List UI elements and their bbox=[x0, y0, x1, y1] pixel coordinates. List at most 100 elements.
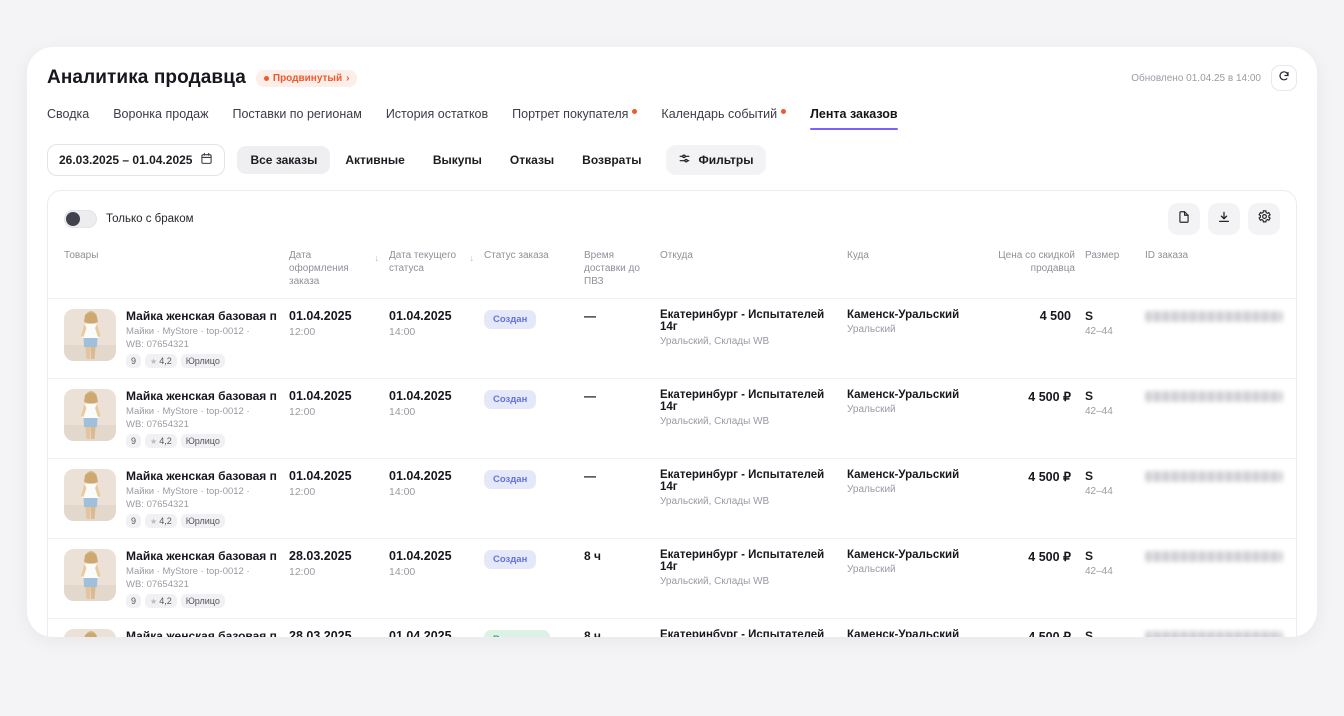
order-date-cell: 28.03.202512:00 bbox=[289, 629, 389, 637]
calendar-icon bbox=[200, 152, 213, 168]
col-order-id: ID заказа bbox=[1145, 249, 1280, 288]
delivery-time-cell: — bbox=[584, 309, 660, 323]
col-delivery: Время доставки до ПВЗ bbox=[584, 249, 660, 288]
product-wb-article: WB: 07654321 bbox=[126, 579, 277, 590]
table-row[interactable]: Майка женская базовая под пи... Майки · … bbox=[48, 618, 1296, 637]
to-cell: Каменск-УральскийУральский bbox=[847, 469, 997, 495]
product-rating-badge: ★4,2 bbox=[145, 434, 177, 448]
analytics-panel: Аналитика продавца Продвинутый › Обновле… bbox=[27, 47, 1317, 637]
tab-lenta-zakazov[interactable]: Лента заказов bbox=[810, 107, 897, 130]
order-id-cell bbox=[1145, 309, 1283, 322]
filters-button[interactable]: Фильтры bbox=[666, 145, 765, 175]
product-subtitle: Майки · MyStore · top-0012 · bbox=[126, 326, 277, 337]
from-cell: Екатеринбург - Испытателей 14гУральский,… bbox=[660, 629, 847, 637]
order-id-cell bbox=[1145, 389, 1283, 402]
price-cell: 4 500 ₽ bbox=[997, 549, 1085, 564]
status-cell: Создан bbox=[484, 389, 584, 409]
col-from: Откуда bbox=[660, 249, 847, 288]
tab-istoriya-ostatkov[interactable]: История остатков bbox=[386, 107, 488, 130]
size-cell: S42–44 bbox=[1085, 389, 1145, 417]
tab-kalendar-sobytiy[interactable]: Календарь событий bbox=[661, 107, 786, 130]
segment-all-orders[interactable]: Все заказы bbox=[237, 146, 330, 174]
page-title: Аналитика продавца bbox=[47, 67, 246, 89]
status-date-cell: 01.04.202514:00 bbox=[389, 469, 484, 498]
col-order-date[interactable]: Дата оформления заказа↓ bbox=[289, 249, 389, 288]
product-seller-badge: Юрлицо bbox=[181, 354, 225, 368]
status-badge: Создан bbox=[484, 310, 536, 329]
defect-only-toggle[interactable]: Только с браком bbox=[64, 210, 194, 228]
delivery-time-cell: 8 ч bbox=[584, 549, 660, 563]
product-cell[interactable]: Майка женская базовая под пи... Майки · … bbox=[64, 469, 289, 528]
product-title: Майка женская базовая под пи... bbox=[126, 629, 277, 637]
size-cell: S42–44 bbox=[1085, 309, 1145, 337]
product-title: Майка женская базовая под пи... bbox=[126, 389, 277, 403]
product-rating-badge: ★4,2 bbox=[145, 514, 177, 528]
table-row[interactable]: Майка женская базовая под пи... Майки · … bbox=[48, 538, 1296, 618]
order-id-cell bbox=[1145, 469, 1283, 482]
refresh-button[interactable] bbox=[1271, 65, 1297, 91]
download-icon bbox=[1217, 210, 1231, 229]
date-range-value: 26.03.2025 – 01.04.2025 bbox=[59, 153, 192, 167]
status-badge: Создан bbox=[484, 390, 536, 409]
product-cell[interactable]: Майка женская базовая под пи... Майки · … bbox=[64, 629, 289, 637]
product-rating-badge: ★4,2 bbox=[145, 594, 177, 608]
product-seller-badge: Юрлицо bbox=[181, 594, 225, 608]
product-cell[interactable]: Майка женская базовая под пи... Майки · … bbox=[64, 309, 289, 368]
tab-portret-pokupatelya[interactable]: Портрет покупателя bbox=[512, 107, 637, 130]
product-image bbox=[64, 549, 116, 601]
price-cell: 4 500 bbox=[997, 309, 1085, 323]
product-title: Майка женская базовая под пи... bbox=[126, 549, 277, 563]
price-cell: 4 500 ₽ bbox=[997, 389, 1085, 404]
plan-badge[interactable]: Продвинутый › bbox=[256, 70, 358, 87]
product-cell[interactable]: Майка женская базовая под пи... Майки · … bbox=[64, 389, 289, 448]
table-row[interactable]: Майка женская базовая под пи... Майки · … bbox=[48, 458, 1296, 538]
tab-postavki-po-regionam[interactable]: Поставки по регионам bbox=[232, 107, 361, 130]
status-date-cell: 01.04.202514:00 bbox=[389, 629, 484, 637]
status-badge: Создан bbox=[484, 550, 536, 569]
table-row[interactable]: Майка женская базовая под пи... Майки · … bbox=[48, 298, 1296, 378]
product-count-badge: 9 bbox=[126, 594, 141, 608]
download-button[interactable] bbox=[1208, 203, 1240, 235]
product-count-badge: 9 bbox=[126, 434, 141, 448]
size-cell: S42–44 bbox=[1085, 629, 1145, 637]
col-to: Куда bbox=[847, 249, 997, 288]
notification-dot-icon bbox=[781, 109, 786, 114]
settings-button[interactable] bbox=[1248, 203, 1280, 235]
product-seller-badge: Юрлицо bbox=[181, 514, 225, 528]
product-wb-article: WB: 07654321 bbox=[126, 419, 277, 430]
product-subtitle: Майки · MyStore · top-0012 · bbox=[126, 486, 277, 497]
segment-returns[interactable]: Возвраты bbox=[569, 146, 654, 174]
to-cell: Каменск-УральскийУральский bbox=[847, 389, 997, 415]
order-id-redacted bbox=[1145, 311, 1283, 322]
order-date-cell: 28.03.202512:00 bbox=[289, 549, 389, 578]
delivery-time-cell: 8 ч bbox=[584, 629, 660, 637]
order-id-cell bbox=[1145, 629, 1283, 637]
segment-active[interactable]: Активные bbox=[332, 146, 417, 174]
tab-svodka[interactable]: Сводка bbox=[47, 107, 89, 130]
report-file-button[interactable] bbox=[1168, 203, 1200, 235]
from-cell: Екатеринбург - Испытателей 14гУральский,… bbox=[660, 469, 847, 507]
tab-voronka-prodazh[interactable]: Воронка продаж bbox=[113, 107, 208, 130]
table-row[interactable]: Майка женская базовая под пи... Майки · … bbox=[48, 378, 1296, 458]
segment-refusals[interactable]: Отказы bbox=[497, 146, 567, 174]
order-id-redacted bbox=[1145, 631, 1283, 637]
sort-icon: ↓ bbox=[470, 253, 475, 265]
to-cell: Каменск-УральскийУральский bbox=[847, 309, 997, 335]
product-cell[interactable]: Майка женская базовая под пи... Майки · … bbox=[64, 549, 289, 608]
product-image bbox=[64, 389, 116, 441]
sliders-icon bbox=[678, 152, 691, 168]
price-cell: 4 500 ₽ bbox=[997, 629, 1085, 637]
col-status-date[interactable]: Дата текущего статуса↓ bbox=[389, 249, 484, 288]
segment-buyouts[interactable]: Выкупы bbox=[420, 146, 495, 174]
star-icon: ★ bbox=[150, 517, 157, 526]
to-cell: Каменск-УральскийУральский bbox=[847, 629, 997, 637]
table-toolbar: Только с браком bbox=[48, 191, 1296, 245]
header: Аналитика продавца Продвинутый › Обновле… bbox=[47, 65, 1297, 91]
date-range-picker[interactable]: 26.03.2025 – 01.04.2025 bbox=[47, 144, 225, 176]
product-image bbox=[64, 629, 116, 637]
product-rating-badge: ★4,2 bbox=[145, 354, 177, 368]
report-file-icon bbox=[1177, 210, 1191, 229]
product-title: Майка женская базовая под пи... bbox=[126, 309, 277, 323]
tab-bar: Сводка Воронка продаж Поставки по регион… bbox=[47, 107, 1297, 130]
product-count-badge: 9 bbox=[126, 354, 141, 368]
